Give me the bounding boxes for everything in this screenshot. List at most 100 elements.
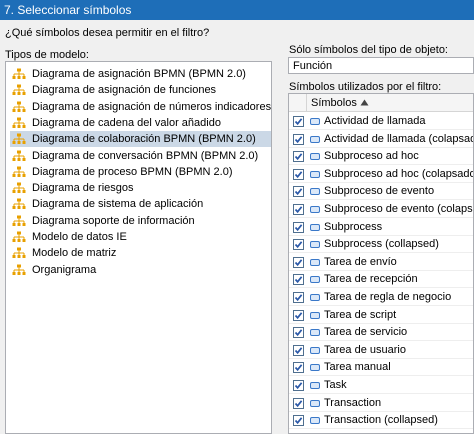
- model-type-item[interactable]: Diagrama de conversación BPMN (BPMN 2.0): [10, 148, 271, 164]
- symbol-checkbox[interactable]: [293, 309, 304, 321]
- symbol-checkbox[interactable]: [293, 380, 304, 391]
- symbols-column-header[interactable]: Símbolos: [311, 97, 357, 109]
- model-hierarchy-icon: [12, 182, 26, 194]
- symbol-row[interactable]: Subprocess (collapsed): [289, 236, 473, 254]
- symbol-row[interactable]: Tarea de recepción: [289, 271, 473, 289]
- symbol-label: Tarea de script: [324, 308, 397, 321]
- model-type-item[interactable]: Diagrama de colaboración BPMN (BPMN 2.0): [10, 131, 271, 148]
- symbol-checkbox[interactable]: [293, 116, 304, 127]
- symbol-row[interactable]: Subproceso ad hoc: [289, 148, 473, 166]
- model-type-item[interactable]: Organigrama: [10, 262, 271, 278]
- task-symbol-icon: [310, 346, 320, 354]
- symbol-checkbox[interactable]: [293, 151, 304, 163]
- checkmark-icon: [294, 347, 303, 354]
- model-types-label: Tipos de modelo:: [5, 49, 89, 61]
- symbol-checkbox[interactable]: [293, 397, 304, 409]
- checkmark-icon: [294, 311, 303, 319]
- checkmark-icon: [294, 171, 303, 178]
- model-hierarchy-icon: [12, 215, 26, 226]
- symbol-row[interactable]: Task: [289, 377, 473, 394]
- symbol-row[interactable]: Transaction: [289, 395, 473, 412]
- symbol-row[interactable]: Tarea manual: [289, 359, 473, 377]
- symbol-label: Actividad de llamada (colapsado): [324, 132, 474, 145]
- symbol-checkbox[interactable]: [293, 256, 304, 268]
- model-type-item[interactable]: Diagrama de cadena del valor añadido: [10, 115, 271, 131]
- model-type-label: Diagrama de proceso BPMN (BPMN 2.0): [32, 165, 233, 178]
- symbol-row[interactable]: Tarea de regla de negocio: [289, 289, 473, 306]
- header-separator: [306, 94, 307, 112]
- checkmark-icon: [294, 417, 303, 425]
- symbol-checkbox[interactable]: [293, 168, 304, 180]
- symbol-row[interactable]: Tarea de script: [289, 307, 473, 324]
- symbol-checkbox[interactable]: [293, 415, 304, 427]
- object-type-select[interactable]: Función: [288, 57, 474, 74]
- model-hierarchy-icon: [12, 84, 26, 96]
- model-type-item[interactable]: Diagrama de proceso BPMN (BPMN 2.0): [10, 164, 271, 180]
- model-hierarchy-icon: [12, 150, 26, 161]
- checkmark-icon: [294, 188, 303, 196]
- checkmark-icon: [294, 241, 303, 249]
- model-type-item[interactable]: Diagrama de riesgos: [10, 180, 271, 196]
- symbol-checkbox[interactable]: [293, 327, 304, 339]
- task-symbol-icon: [310, 223, 320, 231]
- symbol-checkbox[interactable]: [293, 344, 304, 356]
- symbol-label: Transaction (collapsed): [324, 414, 438, 427]
- model-type-item[interactable]: Diagrama de sistema de aplicación: [10, 196, 271, 212]
- task-symbol-icon: [310, 206, 320, 213]
- symbol-label: Task: [324, 379, 347, 391]
- sort-ascending-icon: [360, 99, 369, 106]
- symbols-table[interactable]: Símbolos Actividad de llamada Actividad d…: [288, 93, 474, 434]
- model-type-item[interactable]: Diagrama soporte de información: [10, 213, 271, 229]
- model-type-item[interactable]: Diagrama de asignación de funciones: [10, 82, 271, 98]
- symbol-label: Actividad de llamada: [324, 115, 426, 127]
- symbol-row[interactable]: Tarea de usuario: [289, 342, 473, 359]
- symbol-label: Subproceso de evento: [324, 185, 435, 198]
- model-hierarchy-icon: [12, 264, 26, 275]
- checkmark-icon: [294, 294, 303, 302]
- question-label: ¿Qué símbolos desea permitir en el filtr…: [5, 27, 210, 39]
- symbol-label: Tarea de usuario: [324, 343, 406, 356]
- symbol-checkbox[interactable]: [293, 362, 304, 374]
- symbol-checkbox[interactable]: [293, 239, 304, 251]
- task-symbol-icon: [310, 188, 320, 196]
- task-symbol-icon: [310, 311, 320, 319]
- model-type-item[interactable]: Diagrama de asignación de números indica…: [10, 99, 272, 115]
- checkmark-icon: [294, 223, 303, 231]
- symbol-label: Subproceso ad hoc (colapsado): [324, 167, 474, 180]
- symbol-label: Transaction: [324, 396, 382, 409]
- model-type-item[interactable]: Modelo de datos IE: [10, 229, 271, 245]
- symbol-label: Tarea de servicio: [324, 326, 408, 339]
- model-type-label: Diagrama de asignación de números indica…: [32, 100, 272, 113]
- symbol-checkbox[interactable]: [293, 133, 304, 145]
- symbol-checkbox[interactable]: [293, 186, 304, 198]
- symbol-row[interactable]: Subprocess: [289, 219, 473, 236]
- task-symbol-icon: [310, 241, 320, 249]
- symbol-checkbox[interactable]: [293, 274, 304, 286]
- model-hierarchy-icon: [12, 166, 26, 177]
- checkmark-icon: [294, 276, 303, 284]
- model-type-item[interactable]: Diagrama de asignación BPMN (BPMN 2.0): [10, 66, 271, 82]
- symbol-row[interactable]: Actividad de llamada: [289, 113, 473, 130]
- symbol-checkbox[interactable]: [293, 204, 304, 215]
- checkmark-icon: [294, 206, 303, 214]
- symbol-row[interactable]: Subproceso de evento (colapsado): [289, 201, 473, 218]
- symbol-label: Tarea de regla de negocio: [324, 291, 452, 303]
- task-symbol-icon: [310, 170, 320, 178]
- symbol-row[interactable]: Actividad de llamada (colapsado): [289, 131, 474, 148]
- model-type-item[interactable]: Modelo de matriz: [10, 245, 271, 261]
- checkmark-icon: [294, 329, 303, 337]
- symbol-row[interactable]: Subproceso de evento: [289, 183, 473, 201]
- symbol-checkbox[interactable]: [293, 292, 304, 303]
- symbol-row[interactable]: Tarea de envío: [289, 254, 473, 271]
- symbol-checkbox[interactable]: [293, 221, 304, 233]
- checkmark-icon: [294, 399, 303, 407]
- model-types-list[interactable]: Diagrama de asignación BPMN (BPMN 2.0) Di…: [5, 61, 272, 434]
- symbol-row[interactable]: Tarea de servicio: [289, 324, 473, 342]
- checkmark-icon: [294, 259, 303, 266]
- model-hierarchy-icon: [12, 231, 26, 242]
- task-symbol-icon: [310, 276, 320, 284]
- symbol-row[interactable]: Transaction (collapsed): [289, 412, 473, 430]
- symbols-label: Símbolos utilizados por el filtro:: [289, 81, 442, 93]
- checkmark-icon: [294, 153, 303, 161]
- symbol-row[interactable]: Subproceso ad hoc (colapsado): [289, 166, 474, 183]
